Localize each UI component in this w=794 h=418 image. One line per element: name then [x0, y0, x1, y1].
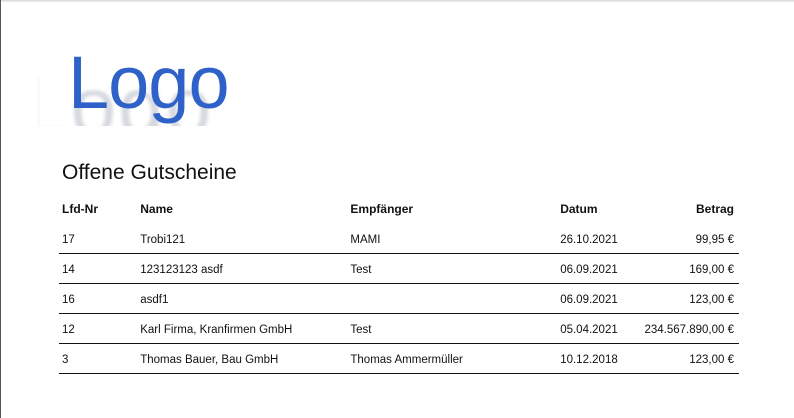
page-title: Offene Gutscheine: [62, 161, 237, 184]
vouchers-table: Lfd-Nr Name Empfänger Datum Betrag 17 Tr…: [59, 197, 739, 374]
cell-recipient: Thomas Ammermüller: [347, 343, 558, 374]
cell-nr: 14: [59, 253, 138, 284]
cell-nr: 12: [59, 313, 138, 344]
cell-nr: 17: [59, 224, 138, 254]
cell-name: 123123123 asdf: [137, 253, 348, 284]
cell-name: asdf1: [137, 283, 348, 314]
cell-nr: 16: [59, 283, 138, 314]
document-page: Logo Logo Offene Gutscheine Lfd-Nr Name …: [0, 0, 794, 418]
cell-name: Karl Firma, Kranfirmen GmbH: [137, 313, 348, 344]
cell-amount: 123,00 €: [641, 343, 739, 374]
logo: Logo Logo: [38, 44, 271, 127]
cell-date: 06.09.2021: [557, 253, 642, 284]
cell-date: 26.10.2021: [557, 224, 642, 254]
header-amount: Betrag: [695, 202, 734, 216]
header-name: Name: [140, 202, 173, 216]
cell-amount: 234.567.890,00 €: [641, 313, 739, 344]
table-row: 17 Trobi121 MAMI 26.10.2021 99,95 €: [59, 224, 739, 254]
cell-amount: 169,00 €: [641, 253, 739, 284]
table-row: 3 Thomas Bauer, Bau GmbH Thomas Ammermül…: [59, 343, 739, 374]
table-row: 14 123123123 asdf Test 06.09.2021 169,00…: [59, 253, 739, 284]
cell-recipient: Test: [347, 253, 558, 284]
header-date: Datum: [560, 202, 598, 216]
cell-amount: 99,95 €: [641, 224, 739, 254]
cell-recipient: MAMI: [347, 224, 558, 254]
header-recipient: Empfänger: [350, 202, 414, 216]
cell-recipient: [347, 283, 558, 314]
cell-date: 06.09.2021: [557, 283, 642, 314]
table-row: 12 Karl Firma, Kranfirmen GmbH Test 05.0…: [59, 313, 739, 344]
logo-text: Logo: [68, 44, 230, 124]
cell-name: Thomas Bauer, Bau GmbH: [137, 343, 348, 374]
cell-nr: 3: [59, 343, 138, 374]
top-border: [1, 0, 794, 2]
table-header-row: Lfd-Nr Name Empfänger Datum Betrag: [59, 197, 739, 224]
header-nr: Lfd-Nr: [62, 202, 98, 216]
cell-date: 10.12.2018: [557, 343, 642, 374]
table-row: 16 asdf1 06.09.2021 123,00 €: [59, 283, 739, 314]
cell-date: 05.04.2021: [557, 313, 642, 344]
cell-recipient: Test: [347, 313, 558, 344]
cell-amount: 123,00 €: [641, 283, 739, 314]
cell-name: Trobi121: [137, 224, 348, 254]
